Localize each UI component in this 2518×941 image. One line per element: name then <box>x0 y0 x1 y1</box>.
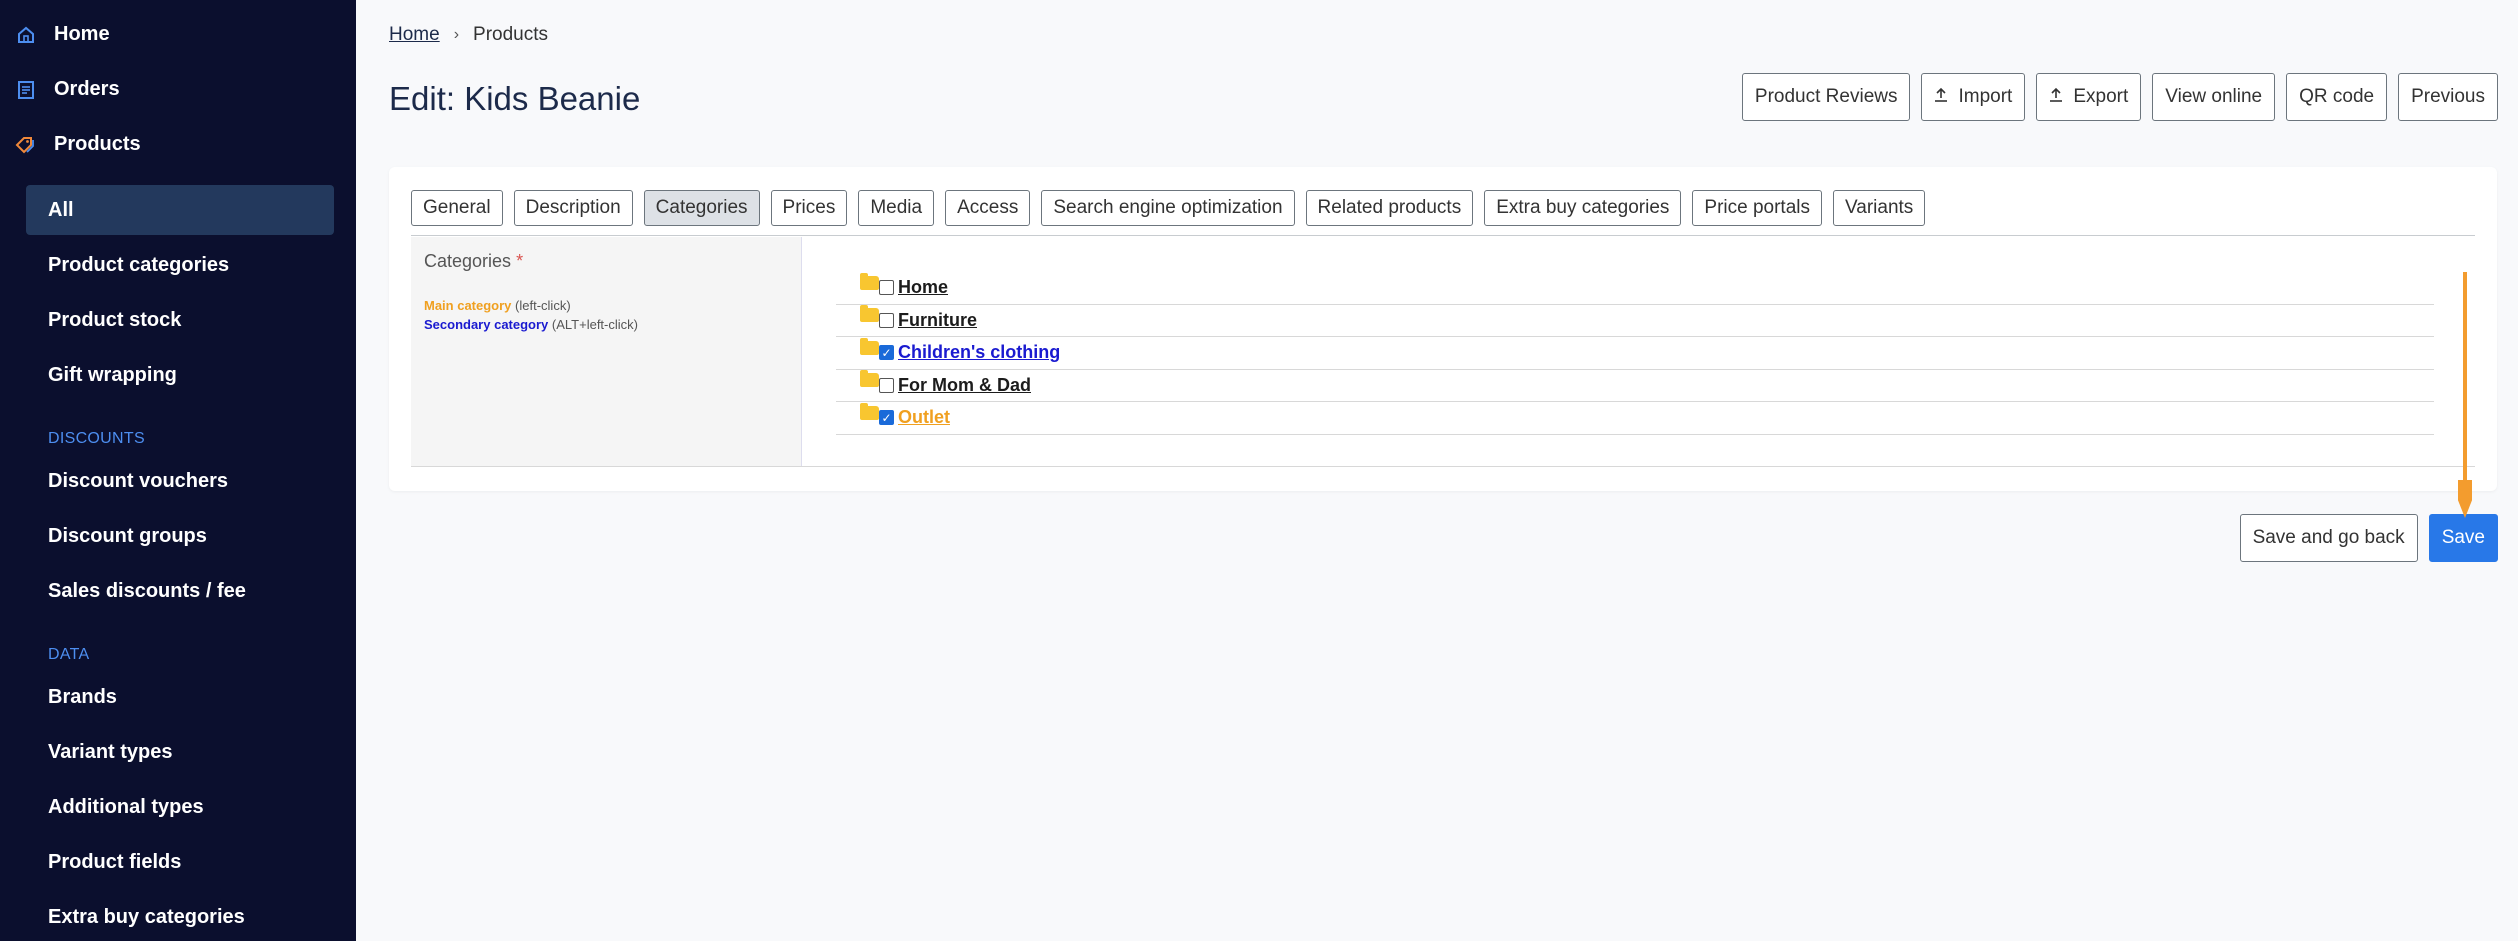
category-link-childrens-clothing[interactable]: Children's clothing <box>898 342 1060 363</box>
categories-label: Categories * <box>424 251 523 272</box>
export-button-label: Export <box>2073 86 2129 107</box>
sidebar-item-variant-types[interactable]: Variant types <box>26 727 334 777</box>
sidebar-heading-data: DATA <box>48 646 90 663</box>
category-link-home[interactable]: Home <box>898 277 948 298</box>
tree-row-furniture: Furniture <box>836 305 2434 337</box>
sidebar-item-label: Products <box>54 133 141 155</box>
save-button[interactable]: Save <box>2428 514 2498 562</box>
category-link-for-mom-and-dad[interactable]: For Mom & Dad <box>898 375 1031 396</box>
tree-row-home: Home <box>836 272 2434 305</box>
sidebar-item-gift-wrapping[interactable]: Gift wrapping <box>26 350 334 400</box>
legend-secondary-category: Secondary category (ALT+left-click) <box>424 317 638 332</box>
categories-label-text: Categories <box>424 251 512 271</box>
upload-icon <box>2049 87 2063 107</box>
breadcrumb: Home › Products <box>389 24 548 46</box>
category-checkbox-outlet[interactable]: ✓ <box>879 410 894 426</box>
tab-general[interactable]: General <box>411 190 503 226</box>
sidebar-item-label: Home <box>54 23 110 45</box>
legend-main-label: Main category <box>424 298 512 313</box>
tree-row-for-mom-and-dad: For Mom & Dad <box>836 370 2434 402</box>
breadcrumb-current: Products <box>473 24 548 45</box>
panel-divider <box>411 466 2475 467</box>
folder-icon <box>860 402 879 420</box>
folder-icon <box>860 305 879 323</box>
check-icon: ✓ <box>881 345 892 360</box>
folder-icon <box>860 272 879 290</box>
home-icon <box>14 23 38 47</box>
sidebar-item-discount-groups[interactable]: Discount groups <box>26 511 334 561</box>
tree-row-outlet: ✓ Outlet <box>836 402 2434 435</box>
legend-secondary-label: Secondary category <box>424 317 549 332</box>
sidebar-item-home[interactable]: Home <box>0 7 356 62</box>
tab-prices[interactable]: Prices <box>770 190 848 226</box>
sidebar-item-brands[interactable]: Brands <box>26 672 334 722</box>
top-actions: Product Reviews Import Export View onlin… <box>1741 73 2498 121</box>
sidebar-item-all[interactable]: All <box>26 185 334 235</box>
folder-icon <box>860 337 879 355</box>
sidebar-item-orders[interactable]: Orders <box>0 62 356 117</box>
chevron-right-icon: › <box>453 26 460 43</box>
sidebar-item-sales-discounts-fee[interactable]: Sales discounts / fee <box>26 566 334 616</box>
category-link-furniture[interactable]: Furniture <box>898 310 977 331</box>
import-button-label: Import <box>1958 86 2013 107</box>
category-checkbox-furniture[interactable] <box>879 312 894 328</box>
view-online-button[interactable]: View online <box>2152 73 2276 121</box>
tab-description[interactable]: Description <box>513 190 633 226</box>
annotation-arrow-icon <box>2458 272 2472 518</box>
product-reviews-button[interactable]: Product Reviews <box>1741 73 1911 121</box>
sidebar-item-extra-buy-categories[interactable]: Extra buy categories <box>26 892 334 941</box>
check-icon: ✓ <box>881 410 892 425</box>
legend-secondary-hint: (ALT+left-click) <box>551 317 638 332</box>
tab-extra-buy-categories[interactable]: Extra buy categories <box>1484 190 1682 226</box>
qr-code-button[interactable]: QR code <box>2286 73 2388 121</box>
legend-main-hint: (left-click) <box>515 298 571 313</box>
previous-button[interactable]: Previous <box>2398 73 2498 121</box>
page-title: Edit: Kids Beanie <box>389 80 641 117</box>
upload-icon <box>1934 87 1948 107</box>
category-tree: Home Furniture ✓ Children's clothing For… <box>836 272 2434 435</box>
sidebar-item-additional-types[interactable]: Additional types <box>26 782 334 832</box>
save-and-go-back-button[interactable]: Save and go back <box>2239 514 2418 562</box>
tab-bar: General Description Categories Prices Me… <box>411 190 1926 226</box>
category-checkbox-childrens-clothing[interactable]: ✓ <box>879 345 894 361</box>
sidebar-item-product-fields[interactable]: Product fields <box>26 837 334 887</box>
category-checkbox-for-mom-and-dad[interactable] <box>879 377 894 393</box>
folder-icon <box>860 370 879 388</box>
tree-row-childrens-clothing: ✓ Children's clothing <box>836 337 2434 370</box>
tab-access[interactable]: Access <box>945 190 1031 226</box>
tab-media[interactable]: Media <box>858 190 935 226</box>
sidebar-item-discount-vouchers[interactable]: Discount vouchers <box>26 456 334 506</box>
sidebar: Home Orders Products All Product categor… <box>0 0 356 941</box>
breadcrumb-home-link[interactable]: Home <box>389 24 440 46</box>
tab-categories[interactable]: Categories <box>643 190 760 226</box>
tabs-divider <box>411 235 2475 236</box>
import-button[interactable]: Import <box>1921 73 2026 121</box>
form-actions: Save and go back Save <box>2239 514 2498 562</box>
sidebar-item-product-categories[interactable]: Product categories <box>26 240 334 290</box>
categories-label-panel: Categories * Main category (left-click) … <box>411 237 802 467</box>
tab-seo[interactable]: Search engine optimization <box>1041 190 1295 226</box>
sidebar-heading-discounts: DISCOUNTS <box>48 430 145 447</box>
tab-price-portals[interactable]: Price portals <box>1692 190 1823 226</box>
tab-variants[interactable]: Variants <box>1833 190 1926 226</box>
orders-icon <box>14 78 38 102</box>
product-edit-card: General Description Categories Prices Me… <box>389 167 2497 491</box>
sidebar-item-label: Orders <box>54 78 120 100</box>
sidebar-item-product-stock[interactable]: Product stock <box>26 295 334 345</box>
tab-related-products[interactable]: Related products <box>1305 190 1474 226</box>
category-checkbox-home[interactable] <box>879 280 894 296</box>
sidebar-item-products[interactable]: Products <box>0 117 356 172</box>
export-button[interactable]: Export <box>2036 73 2142 121</box>
tag-icon <box>14 133 38 157</box>
legend-main-category: Main category (left-click) <box>424 298 571 313</box>
required-mark: * <box>516 251 524 271</box>
category-link-outlet[interactable]: Outlet <box>898 407 950 428</box>
